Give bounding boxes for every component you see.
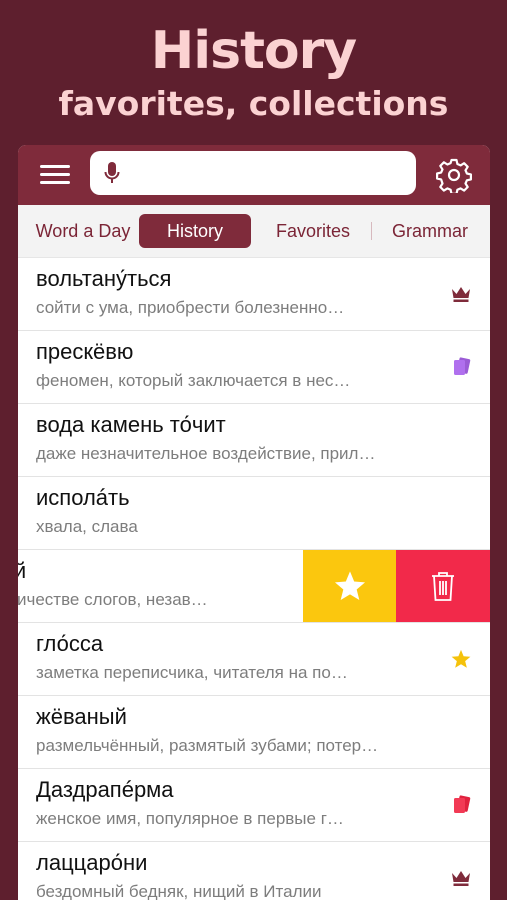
search-box[interactable]	[90, 151, 416, 195]
entry-definition: женское имя, популярное в первые г…	[36, 809, 344, 828]
delete-action-button[interactable]	[396, 550, 490, 622]
entry-word: вольтану́ться	[36, 266, 172, 291]
gear-icon[interactable]	[436, 157, 472, 193]
tab-bar: Word a Day History Favorites Grammar	[18, 205, 490, 258]
star-icon	[334, 571, 365, 601]
trash-icon	[432, 572, 454, 601]
entry-definition: заметка переписчика, читателя на по…	[36, 663, 348, 682]
entry-definition: размельчённый, размятый зубами; потер…	[36, 736, 379, 755]
entry-word: ый	[18, 558, 26, 584]
menu-icon[interactable]	[40, 163, 70, 187]
entry-definition: хвала, слава	[36, 517, 138, 536]
entry-word: Даздрапéрма	[36, 777, 174, 802]
entry-definition: даже незначительное воздействие, прил…	[36, 444, 376, 463]
list-item[interactable]: вольтану́ться сойти с ума, приобрести бо…	[18, 258, 490, 331]
cards-purple-icon	[454, 357, 471, 375]
app-window: Word a Day History Favorites Grammar вол…	[18, 145, 490, 900]
list-item[interactable]: гло́сса заметка переписчика, читателя на…	[18, 623, 490, 696]
tab-history[interactable]: History	[139, 214, 251, 248]
entry-word: лаццаро́ни	[36, 850, 148, 875]
top-bar	[18, 145, 490, 205]
tab-separator	[371, 222, 372, 240]
favorite-action-button[interactable]	[303, 550, 396, 622]
list-item[interactable]: вода камень то́чит даже незначительное в…	[18, 404, 490, 477]
promo-title: History	[150, 21, 357, 81]
entry-definition: бездомный бедняк, нищий в Италии	[36, 882, 322, 900]
list-item[interactable]: лаццаро́ни бездомный бедняк, нищий в Ита…	[18, 842, 490, 900]
promo-subtitle: favorites, collections	[58, 84, 449, 123]
crown-icon	[452, 871, 470, 886]
list-item[interactable]: Даздрапéрма женское имя, популярное в пе…	[18, 769, 490, 842]
entry-word: прескёвю	[36, 339, 134, 364]
crown-icon	[452, 287, 470, 302]
tab-favorites[interactable]: Favorites	[258, 214, 368, 248]
entry-definition: феномен, который заключается в нес…	[36, 371, 351, 390]
entry-definition: оличестве слогов, незав…	[18, 590, 208, 609]
cards-red-icon	[454, 795, 471, 813]
entry-word: гло́сса	[36, 631, 104, 656]
tab-grammar[interactable]: Grammar	[374, 214, 486, 248]
swiped-item-content[interactable]: ый оличестве слогов, незав…	[18, 550, 303, 622]
search-input[interactable]	[130, 159, 404, 189]
entry-word: жёваный	[36, 704, 127, 729]
entry-definition: сойти с ума, приобрести болезненно…	[36, 298, 345, 317]
microphone-icon[interactable]	[104, 161, 120, 185]
swiped-list-item[interactable]: ый оличестве слогов, незав…	[18, 550, 490, 623]
list-item[interactable]: исполáть хвала, слава	[18, 477, 490, 550]
tab-word-a-day[interactable]: Word a Day	[22, 214, 144, 248]
list-item[interactable]: прескёвю феномен, который заключается в …	[18, 331, 490, 404]
entry-word: исполáть	[36, 485, 130, 510]
entry-word: вода камень то́чит	[36, 412, 226, 437]
star-icon	[451, 649, 471, 668]
list-item[interactable]: жёваный размельчённый, размятый зубами; …	[18, 696, 490, 769]
